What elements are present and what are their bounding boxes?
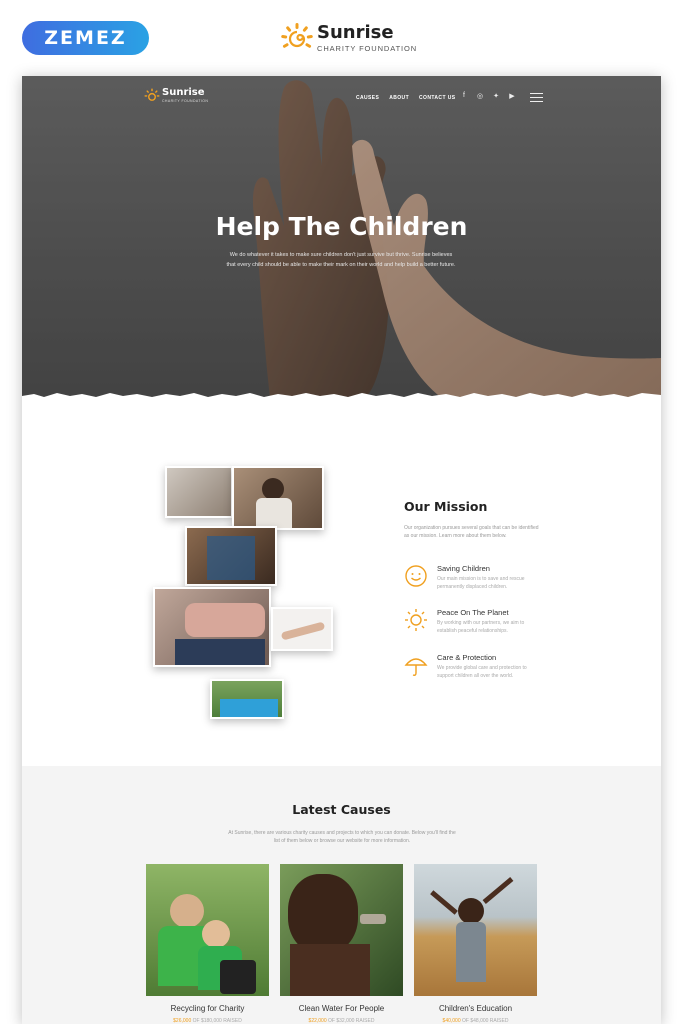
cause-raised-amount: $22,000 xyxy=(308,1018,327,1024)
sun-logo-icon xyxy=(144,88,160,101)
photo-blankets xyxy=(153,587,271,667)
zemez-badge[interactable]: ZEMEZ xyxy=(22,21,149,55)
site-logo-tagline: CHARITY FOUNDATION xyxy=(162,99,209,103)
cause-name: Recycling for Charity xyxy=(170,1004,245,1013)
nav-causes[interactable]: CAUSES xyxy=(356,95,379,101)
cause-name: Clean Water For People xyxy=(298,1004,385,1013)
cause-raised: $40,000 OF $48,000 RAISED xyxy=(414,1018,537,1024)
cause-card[interactable]: Recycling for Charity $26,000 OF $180,00… xyxy=(146,864,269,1024)
cause-goal: OF $48,000 RAISED xyxy=(462,1018,509,1024)
feature-text: We provide global care and protection to… xyxy=(437,665,527,679)
photo-holding-hands xyxy=(271,607,333,651)
cause-raised: $26,000 OF $180,000 RAISED xyxy=(146,1018,269,1024)
feature-text: By working with our partners, we aim to … xyxy=(437,620,525,634)
cause-card[interactable]: Clean Water For People $22,000 OF $32,00… xyxy=(280,864,403,1024)
cause-name: Children's Education xyxy=(438,1004,513,1013)
facebook-icon[interactable]: f xyxy=(460,92,468,100)
hamburger-menu-icon[interactable] xyxy=(530,93,543,103)
feature-saving-children: Saving Children Our main mission is to s… xyxy=(404,564,564,598)
social-links: f ◎ ✦ ▶ xyxy=(460,92,516,100)
causes-title: Latest Causes xyxy=(292,802,391,817)
sun-icon xyxy=(405,609,427,631)
feature-title: Care & Protection xyxy=(437,653,497,662)
sun-logo-icon xyxy=(281,23,313,48)
umbrella-icon xyxy=(404,658,428,676)
cause-goal: OF $32,000 RAISED xyxy=(328,1018,375,1024)
top-bar: ZEMEZ Sunrise CHARITY FOUNDATION xyxy=(0,0,683,76)
site-logo[interactable]: Sunrise CHARITY FOUNDATION xyxy=(144,88,208,103)
brand-logo[interactable]: Sunrise CHARITY FOUNDATION xyxy=(280,22,417,54)
smile-icon xyxy=(405,565,427,587)
photo-team xyxy=(210,679,284,719)
brand-tagline: CHARITY FOUNDATION xyxy=(317,43,418,53)
feature-peace: Peace On The Planet By working with our … xyxy=(404,608,564,642)
hero-section: Sunrise CHARITY FOUNDATION CAUSES ABOUT … xyxy=(22,76,661,398)
photo-children-window xyxy=(185,526,277,586)
cause-raised: $22,000 OF $32,000 RAISED xyxy=(280,1018,403,1024)
cause-raised-amount: $40,000 xyxy=(442,1018,461,1024)
photo-volunteers xyxy=(165,466,233,518)
feature-care: Care & Protection We provide global care… xyxy=(404,653,564,687)
nav-about[interactable]: ABOUT xyxy=(389,95,409,101)
nav-contact-us[interactable]: CONTACT US xyxy=(419,95,455,101)
causes-intro: At Sunrise, there are various charity ca… xyxy=(228,830,456,844)
hero-title: Help The Children xyxy=(215,212,468,241)
cause-card[interactable]: Children's Education $40,000 OF $48,000 … xyxy=(414,864,537,1024)
photo-child-tablet xyxy=(232,466,324,530)
mission-title: Our Mission xyxy=(404,499,488,514)
hero-text: We do whatever it takes to make sure chi… xyxy=(226,252,456,268)
instagram-icon[interactable]: ◎ xyxy=(476,92,484,100)
youtube-icon[interactable]: ▶ xyxy=(508,92,516,100)
site-logo-name: Sunrise xyxy=(162,87,205,98)
feature-text: Our main mission is to save and rescue p… xyxy=(437,576,525,590)
cause-raised-amount: $26,000 xyxy=(173,1018,192,1024)
twitter-icon[interactable]: ✦ xyxy=(492,92,500,100)
website-preview: Sunrise CHARITY FOUNDATION CAUSES ABOUT … xyxy=(22,76,661,1024)
cause-goal: OF $180,000 RAISED xyxy=(192,1018,242,1024)
zemez-badge-label: ZEMEZ xyxy=(44,27,127,49)
cause-image-education xyxy=(414,864,537,996)
feature-title: Peace On The Planet xyxy=(437,608,509,617)
cause-image-water xyxy=(280,864,403,996)
feature-title: Saving Children xyxy=(437,564,490,573)
mission-intro: Our organization pursues several goals t… xyxy=(404,525,539,539)
cause-image-recycling xyxy=(146,864,269,996)
brand-name: Sunrise xyxy=(317,21,394,43)
main-nav: CAUSES ABOUT CONTACT US xyxy=(356,95,455,101)
torn-paper-edge xyxy=(22,393,661,408)
